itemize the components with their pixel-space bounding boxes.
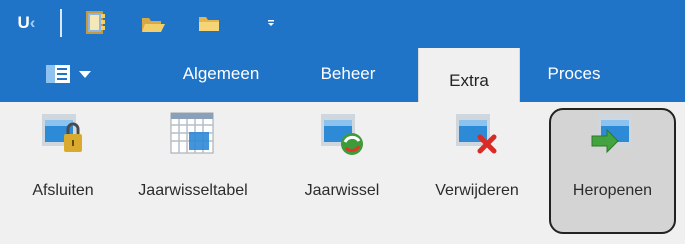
heropenen-button[interactable]: Heropenen <box>549 108 676 234</box>
open-folder-icon[interactable] <box>138 9 168 37</box>
address-book-icon[interactable] <box>82 9 110 37</box>
tab-algemeen[interactable]: Algemeen <box>168 58 274 90</box>
lock-calendar-icon <box>37 108 89 160</box>
verwijderen-label: Verwijderen <box>435 182 519 199</box>
folder-icon[interactable] <box>194 9 224 37</box>
jaarwisseltabel-label: Jaarwisseltabel <box>138 182 248 199</box>
jaarwisseltabel-button[interactable]: Jaarwisseltabel <box>126 108 260 234</box>
jaarwissel-label: Jaarwissel <box>304 182 380 199</box>
afsluiten-button[interactable]: Afsluiten <box>21 108 105 234</box>
jaarwissel-button[interactable]: Jaarwissel <box>292 108 392 234</box>
calendar-reopen-icon <box>587 108 639 160</box>
chevron-down-icon <box>79 70 91 78</box>
customize-quick-access-icon[interactable] <box>264 9 278 37</box>
tab-extra[interactable]: Extra <box>418 48 520 106</box>
application-menu-button[interactable] <box>32 58 104 90</box>
calendar-refresh-icon <box>316 108 368 160</box>
verwijderen-button[interactable]: Verwijderen <box>421 108 533 234</box>
app-menu-icon <box>46 65 70 83</box>
quick-access-toolbar: U ‹ <box>0 0 685 46</box>
tab-proces[interactable]: Proces <box>532 58 616 90</box>
app-logo: U ‹ <box>17 13 36 32</box>
toolbar-separator <box>60 9 62 37</box>
afsluiten-label: Afsluiten <box>32 182 94 199</box>
heropenen-label: Heropenen <box>572 182 653 199</box>
calendar-delete-icon <box>451 108 503 160</box>
tab-beheer[interactable]: Beheer <box>304 58 392 90</box>
calendar-grid-icon <box>167 108 219 160</box>
